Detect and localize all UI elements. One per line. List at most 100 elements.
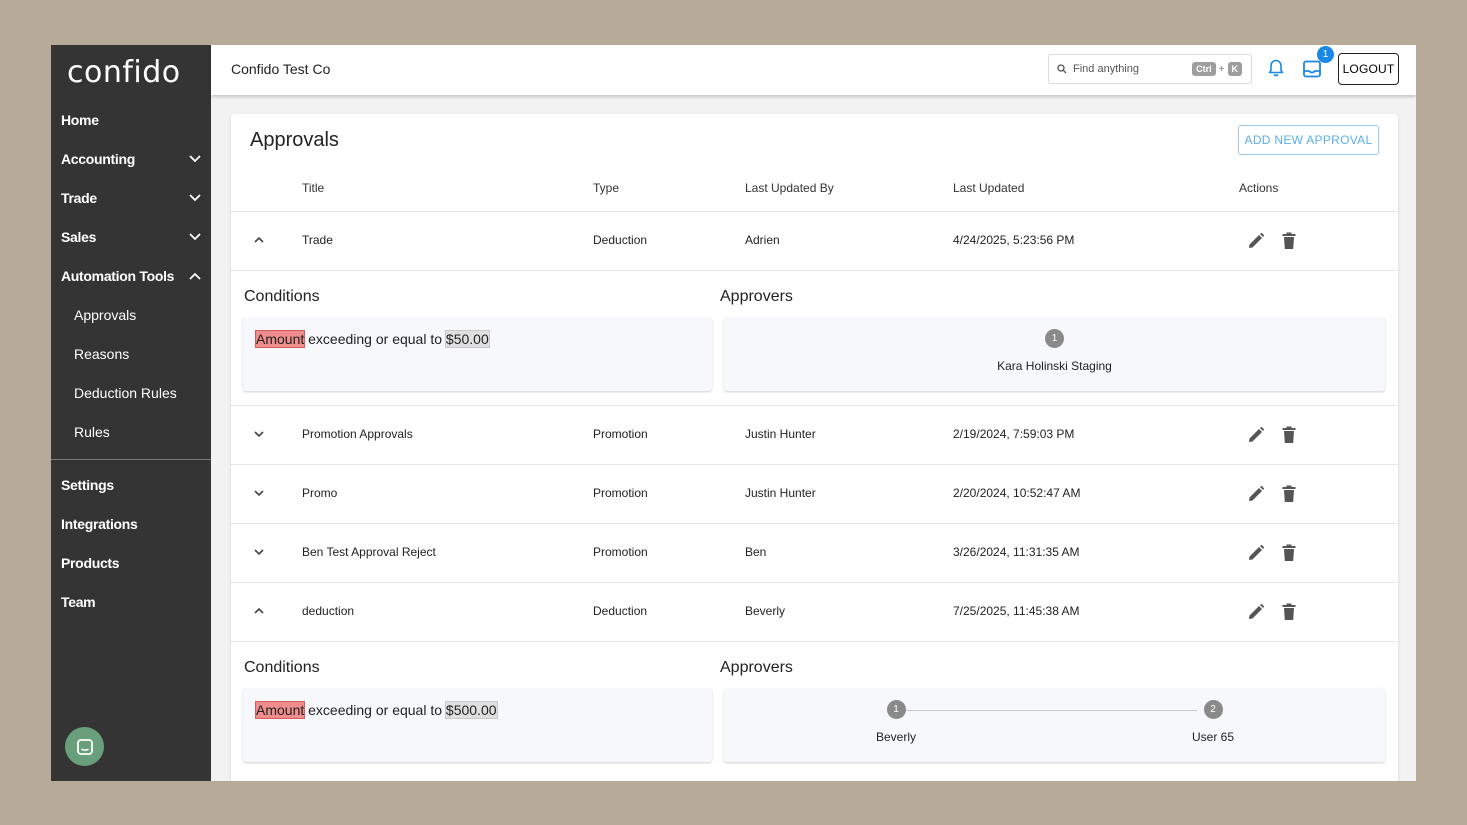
app-window: confido Home Accounting Trade Sales Auto… (51, 45, 1416, 781)
sidebar-subitem-deduction-rules[interactable]: Deduction Rules (74, 381, 177, 405)
approver-name: Beverly (875, 730, 916, 744)
column-header-type[interactable]: Type (593, 181, 619, 195)
step-number: 1 (1045, 329, 1064, 348)
approvers-box: 1 Beverly 2 User 65 (724, 688, 1385, 762)
column-header-actions: Actions (1239, 181, 1279, 195)
shortcut-ctrl-key: Ctrl (1192, 62, 1216, 76)
sidebar-item-settings[interactable]: Settings (61, 471, 203, 499)
cell-last-updated: 4/24/2025, 5:23:56 PM (953, 233, 1075, 247)
table-row[interactable]: Promotion Approvals Promotion Justin Hun… (231, 405, 1398, 464)
sidebar-subitem-reasons[interactable]: Reasons (74, 342, 129, 366)
chevron-down-icon (254, 431, 264, 438)
sidebar-item-accounting[interactable]: Accounting (61, 145, 203, 173)
chat-button[interactable] (65, 727, 104, 766)
pencil-icon (1249, 232, 1265, 248)
sidebar-item-products[interactable]: Products (61, 549, 203, 577)
sidebar-item-sales[interactable]: Sales (61, 223, 203, 251)
condition-operator: exceeding or equal to (308, 702, 443, 718)
edit-button[interactable] (1246, 484, 1266, 504)
cell-type: Promotion (593, 545, 648, 559)
delete-button[interactable] (1280, 231, 1298, 251)
approval-detail-panel: Conditions Approvers Amount exceeding or… (231, 641, 1398, 781)
chevron-up-icon (187, 268, 203, 284)
edit-button[interactable] (1246, 602, 1266, 622)
column-header-title[interactable]: Title (302, 181, 324, 195)
delete-button[interactable] (1280, 425, 1298, 445)
collapse-row-button[interactable] (251, 232, 267, 248)
approver-step: 1 Kara Holinski Staging (975, 329, 1135, 373)
table-row[interactable]: Ben Test Approval Reject Promotion Ben 3… (231, 523, 1398, 582)
sidebar-item-label: Team (61, 594, 96, 610)
cell-type: Deduction (593, 233, 648, 247)
add-new-approval-button[interactable]: ADD NEW APPROVAL (1238, 125, 1379, 155)
confido-logo[interactable]: confido (67, 55, 181, 90)
logout-button[interactable]: LOGOUT (1338, 53, 1399, 85)
sidebar-item-team[interactable]: Team (61, 588, 203, 616)
pencil-icon (1249, 603, 1265, 619)
condition-field: Amount (254, 701, 306, 719)
expand-row-button[interactable] (251, 426, 267, 442)
condition-field: Amount (254, 330, 306, 348)
notifications-button[interactable] (1266, 58, 1286, 78)
expand-row-button[interactable] (251, 485, 267, 501)
edit-button[interactable] (1246, 425, 1266, 445)
approvers-heading: Approvers (720, 288, 793, 305)
cell-last-updated-by: Justin Hunter (745, 427, 816, 441)
sidebar-item-label: Automation Tools (61, 268, 175, 284)
company-name: Confido Test Co (231, 61, 331, 77)
sidebar-item-home[interactable]: Home (61, 106, 203, 134)
collapse-row-button[interactable] (251, 603, 267, 619)
sidebar-item-automation-tools[interactable]: Automation Tools (61, 262, 203, 290)
cell-last-updated: 2/20/2024, 10:52:47 AM (953, 486, 1081, 500)
edit-button[interactable] (1246, 231, 1266, 251)
cell-last-updated-by: Justin Hunter (745, 486, 816, 500)
search-placeholder: Find anything (1073, 63, 1140, 75)
sidebar-subitem-approvals[interactable]: Approvals (74, 303, 136, 327)
search-input[interactable]: Find anything Ctrl + K (1048, 54, 1252, 84)
step-number: 2 (1203, 700, 1223, 719)
cell-title: Promo (302, 486, 338, 500)
condition-operator: exceeding or equal to (308, 331, 443, 347)
edit-button[interactable] (1246, 543, 1266, 563)
cell-type: Promotion (593, 427, 648, 441)
cell-title: Ben Test Approval Reject (302, 545, 436, 559)
trash-icon (1282, 603, 1296, 620)
sidebar-item-label: Home (61, 112, 99, 128)
delete-button[interactable] (1280, 602, 1298, 622)
cell-title: Promotion Approvals (302, 427, 413, 441)
trash-icon (1282, 426, 1296, 443)
column-header-last-updated[interactable]: Last Updated (953, 181, 1024, 195)
cell-last-updated: 7/25/2025, 11:45:38 AM (953, 604, 1080, 618)
pencil-icon (1249, 544, 1265, 560)
inbox-count-badge: 1 (1317, 46, 1334, 63)
cell-type: Deduction (593, 604, 648, 618)
sidebar-subitem-label: Approvals (74, 307, 137, 323)
delete-button[interactable] (1280, 484, 1298, 504)
table-row[interactable]: deduction Deduction Beverly 7/25/2025, 1… (231, 582, 1398, 641)
approver-step: 2 User 65 (1133, 700, 1293, 744)
chat-icon (76, 738, 93, 755)
pencil-icon (1249, 426, 1265, 442)
table-row[interactable]: Trade Deduction Adrien 4/24/2025, 5:23:5… (231, 211, 1398, 270)
approvals-card: Approvals ADD NEW APPROVAL Title Type La… (231, 114, 1398, 781)
sidebar-item-trade[interactable]: Trade (61, 184, 203, 212)
condition-value: $500.00 (444, 701, 498, 719)
pencil-icon (1249, 485, 1265, 501)
conditions-heading: Conditions (244, 288, 320, 305)
column-header-last-updated-by[interactable]: Last Updated By (745, 181, 834, 195)
shortcut-k-key: K (1227, 62, 1242, 76)
delete-button[interactable] (1280, 543, 1298, 563)
table-row[interactable]: Promo Promotion Justin Hunter 2/20/2024,… (231, 464, 1398, 523)
shortcut-plus: + (1218, 63, 1225, 75)
chevron-down-icon (187, 151, 203, 167)
approver-name: User 65 (1191, 730, 1235, 744)
condition-value: $50.00 (444, 330, 490, 348)
condition-box: Amount exceeding or equal to $50.00 (243, 317, 712, 391)
chevron-down-icon (254, 549, 264, 556)
expand-row-button[interactable] (251, 544, 267, 560)
step-number: 1 (886, 700, 906, 719)
trash-icon (1282, 232, 1296, 249)
sidebar-item-integrations[interactable]: Integrations (61, 510, 203, 538)
cell-title: Trade (302, 233, 333, 247)
sidebar-subitem-rules[interactable]: Rules (74, 420, 110, 444)
